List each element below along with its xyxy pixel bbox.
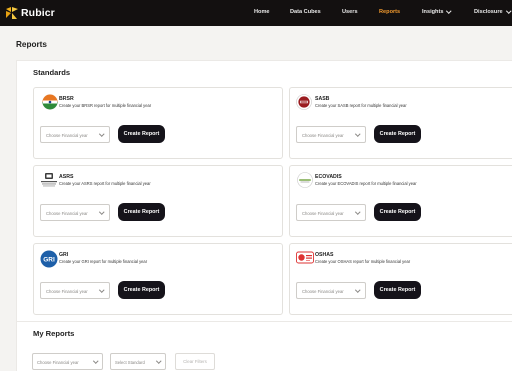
create-report-button[interactable]: Create Report [374,203,421,221]
chevron-down-icon [446,7,452,13]
gri-logo-text: GRI [43,256,55,263]
chevron-down-icon [354,131,360,137]
nav-disclosure[interactable]: Disclosure [474,7,511,15]
top-nav-bar: Rubicr Home Data Cubes Users Reports Ins… [0,0,512,26]
app-name: Rubicr [21,7,55,19]
ecovadis-logo-icon [296,172,313,188]
nav-disclosure-label: Disclosure [474,9,503,15]
chevron-down-icon [505,7,511,13]
sasb-logo-icon [296,94,312,110]
rubicr-logo-icon [6,7,18,19]
standard-name: BRSR [59,96,74,102]
standard-card-oshas: OSHAS Create your OSHAS report for multi… [289,243,512,315]
standard-placeholder: Select Standard [115,360,145,365]
standard-description: Create your OSHAS report for multiple fi… [315,259,411,264]
chevron-down-icon [354,287,360,293]
standard-card-brsr: BRSR Create your BRSR report for multipl… [33,87,283,159]
nav-data-cubes[interactable]: Data Cubes [290,9,321,15]
create-report-button[interactable]: Create Report [118,203,165,221]
standard-name: ASRS [59,174,74,180]
my-reports-standard-select[interactable]: Select Standard [110,353,166,370]
standard-card-ecovadis: ECOVADIS Create your ECOVADIS report for… [289,165,512,237]
standard-card-gri: GRI GRI Create your GRI report for multi… [33,243,283,315]
nav-reports[interactable]: Reports [379,9,400,15]
standards-title: Standards [33,68,71,77]
financial-year-select[interactable]: Choose Financial year [40,126,110,143]
nav-insights-label: Insights [422,9,444,15]
financial-year-select[interactable]: Choose Financial year [296,282,366,299]
my-reports-financial-year-select[interactable]: Choose Financial year [32,353,103,370]
gri-logo-icon: GRI [40,250,58,268]
chevron-down-icon [155,358,161,364]
standards-section: Standards BRSR Create your BRSR report f… [16,60,512,322]
oshas-logo-icon [296,250,314,266]
my-reports-section: My Reports Choose Financial year Select … [16,321,512,371]
chevron-down-icon [354,209,360,215]
financial-year-select[interactable]: Choose Financial year [40,204,110,221]
create-report-button[interactable]: Create Report [374,281,421,299]
standard-name: GRI [59,252,69,258]
financial-year-placeholder: Choose Financial year [302,289,344,294]
financial-year-placeholder: Choose Financial year [37,360,79,365]
financial-year-select[interactable]: Choose Financial year [40,282,110,299]
create-report-button[interactable]: Create Report [118,281,165,299]
financial-year-placeholder: Choose Financial year [46,289,88,294]
app-logo[interactable]: Rubicr [6,6,55,20]
financial-year-placeholder: Choose Financial year [302,211,344,216]
financial-year-placeholder: Choose Financial year [302,133,344,138]
standard-description: Create your SASB report for multiple fin… [315,103,407,108]
standard-description: Create your ECOVADIS report for multiple… [315,181,417,186]
financial-year-select[interactable]: Choose Financial year [296,126,366,143]
nav-users[interactable]: Users [342,9,358,15]
brsr-logo-icon [40,94,58,110]
create-report-button[interactable]: Create Report [374,125,421,143]
asrs-logo-icon [40,172,57,188]
create-report-button[interactable]: Create Report [118,125,165,143]
nav-insights[interactable]: Insights [422,7,452,15]
standard-card-asrs: ASRS Create your ASRS report for multipl… [33,165,283,237]
standard-card-sasb: SASB Create your SASB report for multipl… [289,87,512,159]
standard-description: Create your BRSR report for multiple fin… [59,103,152,108]
standard-name: OSHAS [315,252,334,258]
standard-description: Create your ASRS report for multiple fin… [59,181,151,186]
standard-description: Create your GRI report for multiple fina… [59,259,148,264]
page-title: Reports [16,40,47,49]
my-reports-title: My Reports [33,329,75,338]
clear-filters-button[interactable]: Clear Filters [175,353,215,370]
chevron-down-icon [98,131,104,137]
chevron-down-icon [98,287,104,293]
standard-name: SASB [315,96,330,102]
chevron-down-icon [92,358,98,364]
financial-year-placeholder: Choose Financial year [46,133,88,138]
chevron-down-icon [98,209,104,215]
standard-name: ECOVADIS [315,174,342,180]
financial-year-placeholder: Choose Financial year [46,211,88,216]
nav-home[interactable]: Home [254,9,270,15]
financial-year-select[interactable]: Choose Financial year [296,204,366,221]
